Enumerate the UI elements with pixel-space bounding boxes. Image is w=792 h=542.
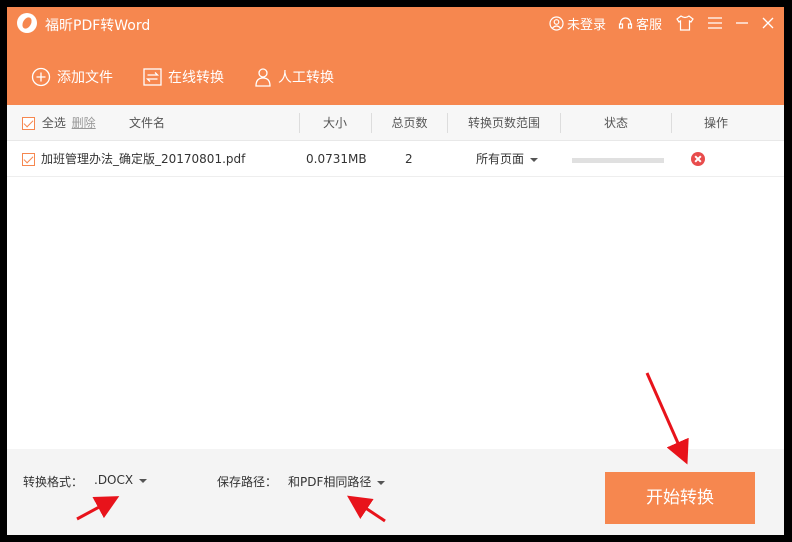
app-window: 福昕PDF转Word 未登录 客服 添加文件 在线转换 人工转换 全选 删除 文… bbox=[7, 7, 784, 535]
toolbar: 添加文件 在线转换 人工转换 bbox=[7, 63, 340, 91]
annotation-arrow bbox=[645, 372, 689, 465]
add-file-label: 添加文件 bbox=[57, 70, 113, 86]
close-icon[interactable] bbox=[762, 17, 774, 29]
chevron-down-icon bbox=[139, 478, 148, 483]
column-header-action: 操作 bbox=[703, 116, 728, 130]
format-label: 转换格式： bbox=[23, 475, 84, 489]
row-checkbox[interactable] bbox=[22, 153, 35, 166]
skin-icon[interactable] bbox=[676, 15, 694, 31]
select-all-label[interactable]: 全选 bbox=[42, 116, 66, 130]
column-header-range: 转换页数范围 bbox=[467, 116, 540, 130]
table-row: 加班管理办法_确定版_20170801.pdf 0.0731MB 2 所有页面 bbox=[7, 141, 784, 177]
save-path-dropdown[interactable]: 和PDF相同路径 bbox=[288, 473, 386, 490]
column-header-status: 状态 bbox=[603, 116, 628, 130]
row-pages: 2 bbox=[405, 152, 413, 166]
login-button[interactable]: 未登录 bbox=[549, 14, 606, 33]
select-all-checkbox[interactable] bbox=[22, 117, 35, 130]
header: 福昕PDF转Word 未登录 客服 添加文件 在线转换 人工转换 bbox=[7, 7, 784, 105]
delete-link[interactable]: 删除 bbox=[72, 116, 96, 130]
manual-convert-button[interactable]: 人工转换 bbox=[254, 67, 334, 87]
row-progress-bar bbox=[572, 158, 664, 163]
person-icon bbox=[255, 68, 271, 87]
headset-icon bbox=[618, 16, 633, 29]
add-file-button[interactable]: 添加文件 bbox=[31, 67, 113, 87]
page-range-value: 所有页面 bbox=[476, 152, 525, 166]
app-title: 福昕PDF转Word bbox=[45, 18, 151, 34]
select-all-group: 全选 删除 bbox=[22, 105, 112, 141]
start-convert-button[interactable]: 开始转换 bbox=[605, 472, 755, 524]
app-logo-icon bbox=[17, 13, 37, 33]
remove-icon[interactable] bbox=[691, 152, 705, 166]
online-convert-label: 在线转换 bbox=[168, 70, 224, 86]
format-dropdown[interactable]: .DOCX bbox=[94, 473, 148, 487]
page-range-dropdown[interactable]: 所有页面 bbox=[476, 141, 539, 177]
row-checkbox-cell bbox=[22, 141, 35, 177]
save-path-value: 和PDF相同路径 bbox=[288, 475, 372, 489]
service-button[interactable]: 客服 bbox=[618, 14, 662, 33]
row-size: 0.0731MB bbox=[306, 152, 367, 166]
minimize-icon[interactable] bbox=[736, 17, 748, 29]
table-header: 全选 删除 文件名 大小 总页数 转换页数范围 状态 操作 bbox=[7, 105, 784, 141]
service-label: 客服 bbox=[635, 17, 662, 33]
top-right-controls: 未登录 客服 bbox=[537, 13, 774, 33]
column-header-pages: 总页数 bbox=[391, 116, 428, 130]
row-filename: 加班管理办法_确定版_20170801.pdf bbox=[41, 152, 246, 166]
convert-icon bbox=[143, 68, 162, 86]
format-value: .DOCX bbox=[94, 473, 134, 487]
login-label: 未登录 bbox=[566, 17, 606, 33]
online-convert-button[interactable]: 在线转换 bbox=[143, 67, 224, 87]
chevron-down-icon bbox=[530, 157, 539, 162]
user-icon bbox=[549, 15, 564, 31]
column-header-size: 大小 bbox=[322, 116, 347, 130]
manual-convert-label: 人工转换 bbox=[278, 70, 334, 86]
menu-icon[interactable] bbox=[708, 17, 722, 29]
save-path-label: 保存路径： bbox=[217, 475, 278, 489]
chevron-down-icon bbox=[377, 480, 386, 485]
plus-circle-icon bbox=[31, 67, 51, 87]
column-header-filename: 文件名 bbox=[128, 116, 165, 130]
